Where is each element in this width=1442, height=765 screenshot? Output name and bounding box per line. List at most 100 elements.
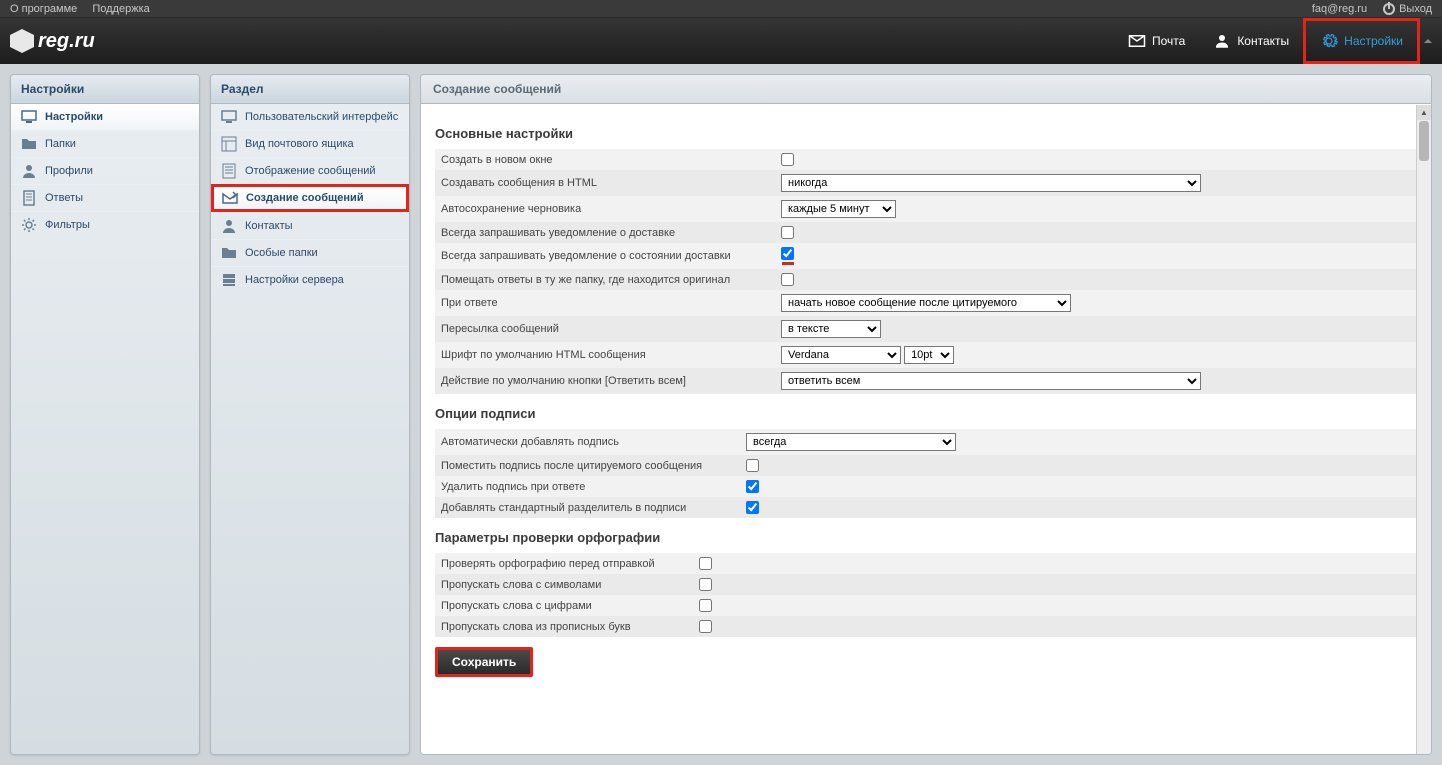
row-dsn-label: Всегда запрашивать уведомление о состоян…	[435, 243, 775, 269]
sidebar-item-label: Фильтры	[45, 219, 90, 231]
default-font-size-select[interactable]: 10pt	[904, 346, 954, 364]
row-skip-sym-label: Пропускать слова с символами	[435, 574, 693, 595]
row-forward-mode-label: Пересылка сообщений	[435, 316, 775, 342]
spell-before-checkbox[interactable]	[699, 557, 712, 570]
about-link[interactable]: О программе	[10, 3, 77, 15]
server-icon	[221, 272, 237, 288]
topbar: О программе Поддержка faq@reg.ru Выход	[0, 0, 1442, 18]
header-nav: Почта Контакты Настройки	[1114, 18, 1432, 64]
nav-settings[interactable]: Настройки	[1303, 18, 1420, 64]
default-font-select[interactable]: Verdana	[781, 346, 901, 364]
skip-num-checkbox[interactable]	[699, 599, 712, 612]
autosave-select[interactable]: каждые 5 минут	[781, 200, 896, 218]
sig-remove-checkbox[interactable]	[746, 480, 759, 493]
sidebar-item-label: Профили	[45, 165, 93, 177]
html-compose-select[interactable]: никогда	[781, 174, 1201, 192]
person-icon	[21, 163, 37, 179]
section-item-contacts[interactable]: Контакты	[211, 212, 409, 239]
caret-up-icon[interactable]	[1424, 39, 1432, 43]
sidebar-section-title: Раздел	[211, 75, 409, 104]
logo-cube-icon	[10, 29, 34, 53]
sidebar-item-folders[interactable]: Папки	[11, 130, 199, 157]
section-item-server[interactable]: Настройки сервера	[211, 266, 409, 293]
scroll-up-icon[interactable]: ▲	[1417, 105, 1431, 120]
sig-below-checkbox[interactable]	[746, 459, 759, 472]
section-item-special-folders[interactable]: Особые папки	[211, 239, 409, 266]
section-item-ui[interactable]: Пользовательский интерфейс	[211, 104, 409, 130]
section-item-label: Контакты	[245, 220, 293, 232]
forward-mode-select[interactable]: в тексте	[781, 320, 881, 338]
monitor-icon	[21, 109, 37, 125]
gear-icon	[21, 217, 37, 233]
row-sig-sep-label: Добавлять стандартный разделитель в подп…	[435, 497, 740, 518]
row-receipt-label: Всегда запрашивать уведомление о доставк…	[435, 222, 775, 243]
logo[interactable]: reg.ru	[10, 29, 95, 53]
person-icon	[1213, 32, 1231, 50]
sidebar-section: Раздел Пользовательский интерфейс Вид по…	[210, 74, 410, 755]
sidebar-item-responses[interactable]: Ответы	[11, 184, 199, 211]
row-sig-remove-label: Удалить подпись при ответе	[435, 476, 740, 497]
skip-sym-checkbox[interactable]	[699, 578, 712, 591]
nav-contacts[interactable]: Контакты	[1199, 18, 1303, 64]
auto-sig-select[interactable]: всегда	[746, 433, 956, 451]
section-item-label: Настройки сервера	[245, 274, 344, 286]
main-body: Основные настройки Создать в новом окне …	[421, 104, 1431, 754]
nav-mail[interactable]: Почта	[1114, 18, 1199, 64]
section-item-mailbox-view[interactable]: Вид почтового ящика	[211, 130, 409, 157]
layout-icon	[221, 136, 237, 152]
logo-text: reg.ru	[38, 30, 95, 53]
monitor-icon	[221, 109, 237, 125]
receipt-checkbox[interactable]	[781, 226, 794, 239]
logout-label: Выход	[1399, 3, 1432, 15]
row-default-font-label: Шрифт по умолчанию HTML сообщения	[435, 342, 775, 368]
save-button[interactable]: Сохранить	[435, 647, 533, 677]
nav-mail-label: Почта	[1152, 34, 1185, 48]
section-item-compose[interactable]: Создание сообщений	[211, 184, 409, 212]
reply-all-select[interactable]: ответить всем	[781, 372, 1201, 390]
section-spell-title: Параметры проверки орфографии	[435, 530, 1417, 545]
scrollbar-thumb[interactable]	[1419, 121, 1429, 161]
row-skip-num-label: Пропускать слова с цифрами	[435, 595, 693, 616]
compose-icon	[222, 190, 238, 206]
row-auto-sig-label: Автоматически добавлять подпись	[435, 429, 740, 455]
skip-caps-checkbox[interactable]	[699, 620, 712, 633]
sidebar-item-label: Настройки	[45, 111, 103, 123]
section-main-title: Основные настройки	[435, 126, 1417, 141]
support-link[interactable]: Поддержка	[92, 3, 149, 15]
folder-icon	[21, 136, 37, 152]
logout-link[interactable]: Выход	[1383, 3, 1432, 15]
spell-table: Проверять орфографию перед отправкой Про…	[435, 553, 1417, 637]
dsn-checkbox[interactable]	[781, 247, 794, 260]
sig-sep-checkbox[interactable]	[746, 501, 759, 514]
faq-link[interactable]: faq@reg.ru	[1312, 3, 1367, 15]
doc-icon	[221, 163, 237, 179]
section-item-display-messages[interactable]: Отображение сообщений	[211, 157, 409, 184]
nav-settings-label: Настройки	[1344, 34, 1403, 48]
scrollbar[interactable]: ▲	[1416, 105, 1431, 754]
sidebar-item-label: Ответы	[45, 192, 83, 204]
row-reply-all-label: Действие по умолчанию кнопки [Ответить в…	[435, 368, 775, 394]
new-window-checkbox[interactable]	[781, 153, 794, 166]
main-settings-table: Создать в новом окне Создавать сообщения…	[435, 149, 1417, 394]
sidebar-item-settings[interactable]: Настройки	[11, 104, 199, 130]
power-icon	[1383, 3, 1395, 15]
save-row: Сохранить	[435, 647, 1417, 677]
section-item-label: Особые папки	[245, 247, 318, 259]
section-item-label: Вид почтового ящика	[245, 138, 354, 150]
nav-contacts-label: Контакты	[1237, 34, 1289, 48]
row-same-folder-label: Помещать ответы в ту же папку, где наход…	[435, 269, 775, 290]
sheet-icon	[21, 190, 37, 206]
signature-table: Автоматически добавлять подпись всегда П…	[435, 429, 1417, 518]
row-new-window-label: Создать в новом окне	[435, 149, 775, 170]
reply-mode-select[interactable]: начать новое сообщение после цитируемого	[781, 294, 1071, 312]
row-spell-before-label: Проверять орфографию перед отправкой	[435, 553, 693, 574]
mail-icon	[1128, 32, 1146, 50]
same-folder-checkbox[interactable]	[781, 273, 794, 286]
sidebar-item-profiles[interactable]: Профили	[11, 157, 199, 184]
section-item-label: Пользовательский интерфейс	[245, 111, 398, 123]
sidebar-item-filters[interactable]: Фильтры	[11, 211, 199, 238]
main-body-inner: Основные настройки Создать в новом окне …	[421, 104, 1431, 691]
workspace: Настройки Настройки Папки Профили Ответы…	[0, 64, 1442, 765]
section-signature-title: Опции подписи	[435, 406, 1417, 421]
main-title: Создание сообщений	[421, 75, 1431, 104]
